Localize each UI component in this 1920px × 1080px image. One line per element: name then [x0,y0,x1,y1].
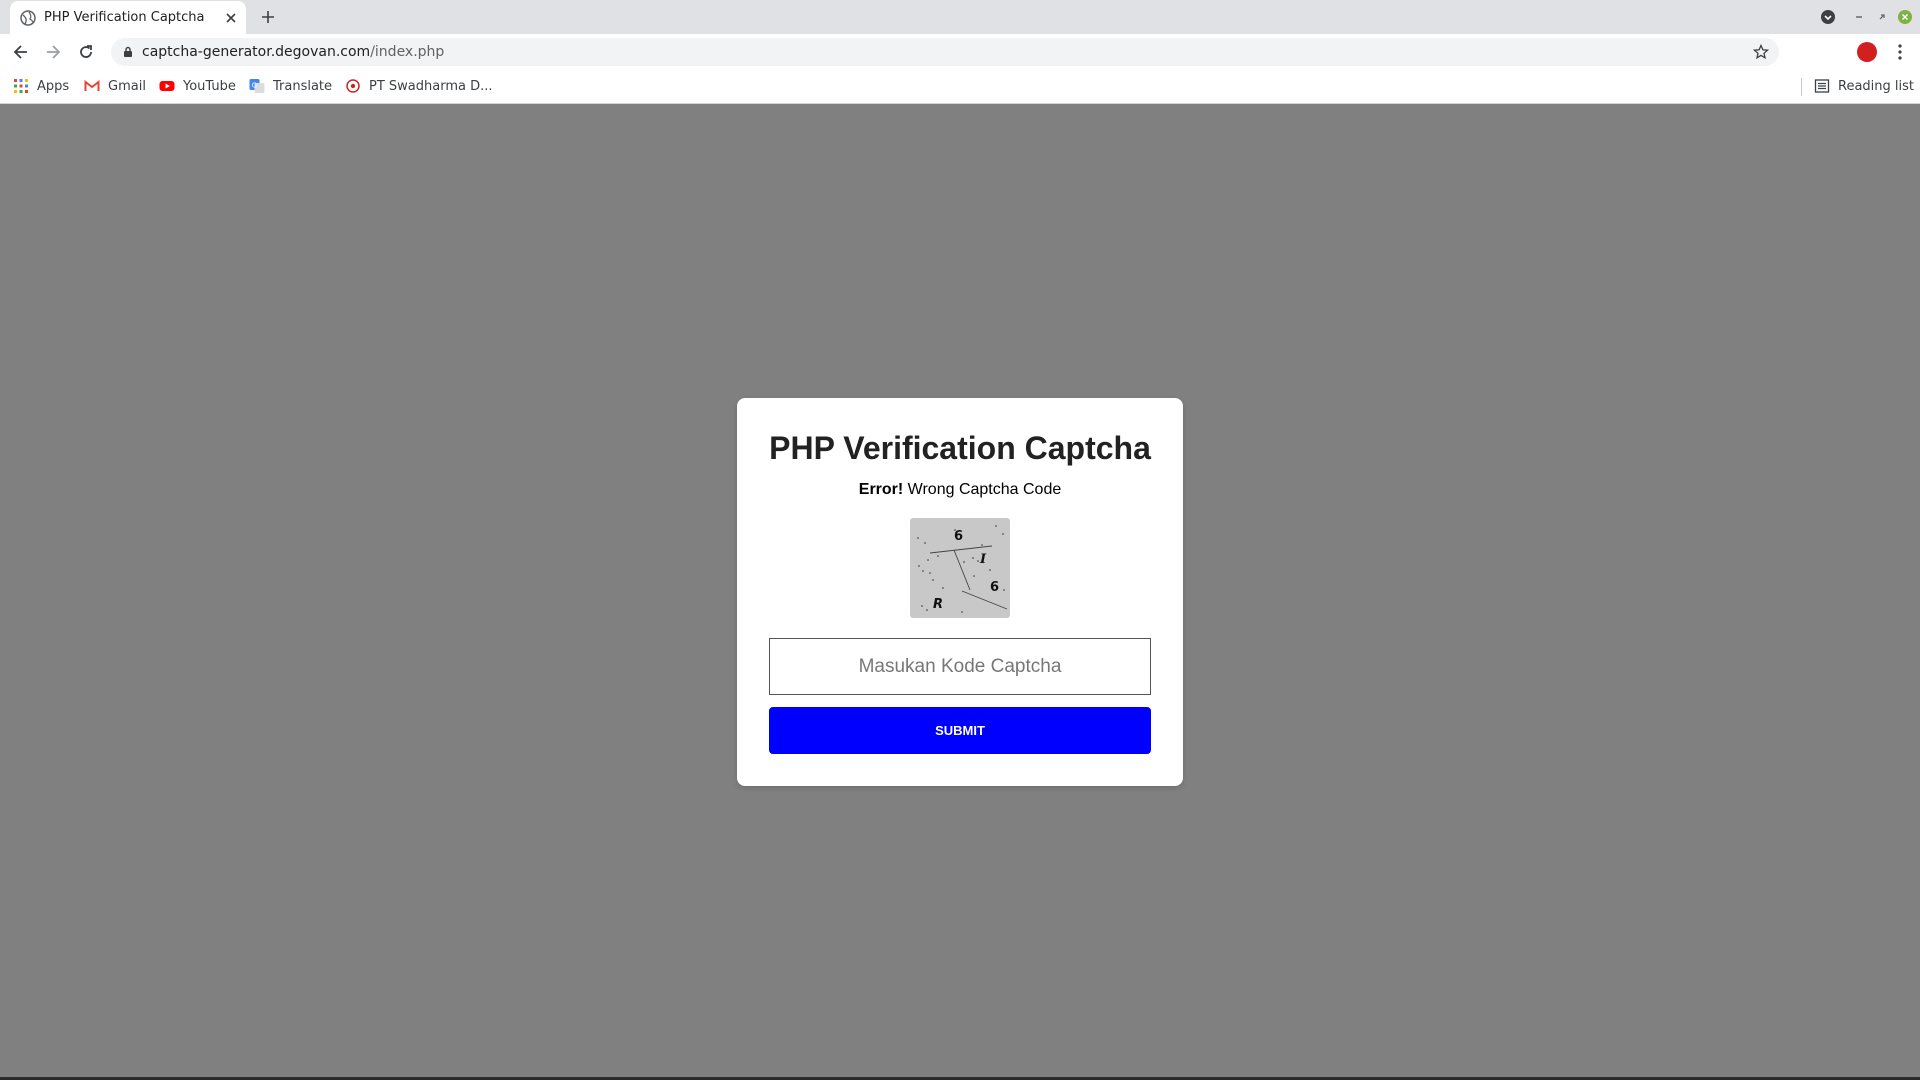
reading-list-icon [1814,79,1830,93]
bookmark-apps[interactable]: Apps [13,77,69,95]
close-tab-icon[interactable] [224,11,238,25]
captcha-char: 6 [990,580,999,595]
browser-toolbar: captcha-generator.degovan.com/index.php [0,34,1920,70]
bookmark-label: YouTube [183,78,236,94]
error-text: Wrong Captcha Code [903,481,1062,498]
bookmarks-divider [1801,78,1802,96]
captcha-card: PHP Verification Captcha Error! Wrong Ca… [737,398,1183,786]
captcha-char: R [933,597,943,612]
bookmark-label: Gmail [108,78,146,94]
minimize-icon[interactable] [1851,9,1867,25]
error-label: Error! [858,481,904,498]
bookmark-youtube[interactable]: YouTube [159,77,236,95]
back-arrow-icon[interactable] [12,43,30,61]
bookmarks-bar: Apps Gmail YouTube G Translate PT Swadha… [0,70,1920,104]
captcha-image: 6 I 6 R [910,518,1010,618]
menu-dots-icon[interactable] [1892,43,1908,61]
tab-title: PHP Verification Captcha [44,10,205,25]
reading-list-button[interactable]: Reading list [1814,77,1914,95]
gmail-icon [84,79,100,91]
url-text: captcha-generator.degovan.com/index.php [142,44,444,60]
page-title: PHP Verification Captcha [769,430,1151,466]
forward-arrow-icon[interactable] [44,43,62,61]
profile-avatar[interactable] [1857,42,1877,62]
url-path: /index.php [370,44,445,60]
youtube-icon [159,81,175,91]
site-favicon-icon [346,79,360,93]
bookmark-translate[interactable]: G Translate [249,77,332,95]
close-window-icon[interactable] [1897,9,1913,25]
captcha-char: I [979,552,987,567]
bookmark-star-icon[interactable] [1753,44,1769,60]
captcha-input[interactable] [769,638,1151,695]
url-domain: captcha-generator.degovan.com [142,44,371,60]
address-bar[interactable]: captcha-generator.degovan.com/index.php [111,38,1779,66]
restore-icon[interactable] [1874,9,1890,25]
reading-list-label: Reading list [1838,78,1914,94]
globe-icon [20,10,36,26]
bookmark-pt-swadharma[interactable]: PT Swadharma D... [345,77,493,95]
tab-strip: PHP Verification Captcha [0,0,1920,34]
browser-tab[interactable]: PHP Verification Captcha [10,1,246,34]
tab-search-icon[interactable] [1820,9,1836,25]
bookmark-label: Apps [37,78,70,94]
apps-grid-icon [14,79,28,93]
reload-icon[interactable] [77,43,95,61]
captcha-char: 6 [954,529,963,544]
new-tab-icon[interactable] [260,9,276,25]
submit-button[interactable]: SUBMIT [769,707,1151,754]
bookmark-gmail[interactable]: Gmail [84,77,146,95]
svg-text:G: G [252,82,257,90]
lock-icon[interactable] [122,46,134,58]
bookmark-label: Translate [273,78,333,94]
error-message: Error! Wrong Captcha Code [737,481,1183,499]
bookmark-label: PT Swadharma D... [369,78,493,94]
translate-icon: G [249,79,265,93]
